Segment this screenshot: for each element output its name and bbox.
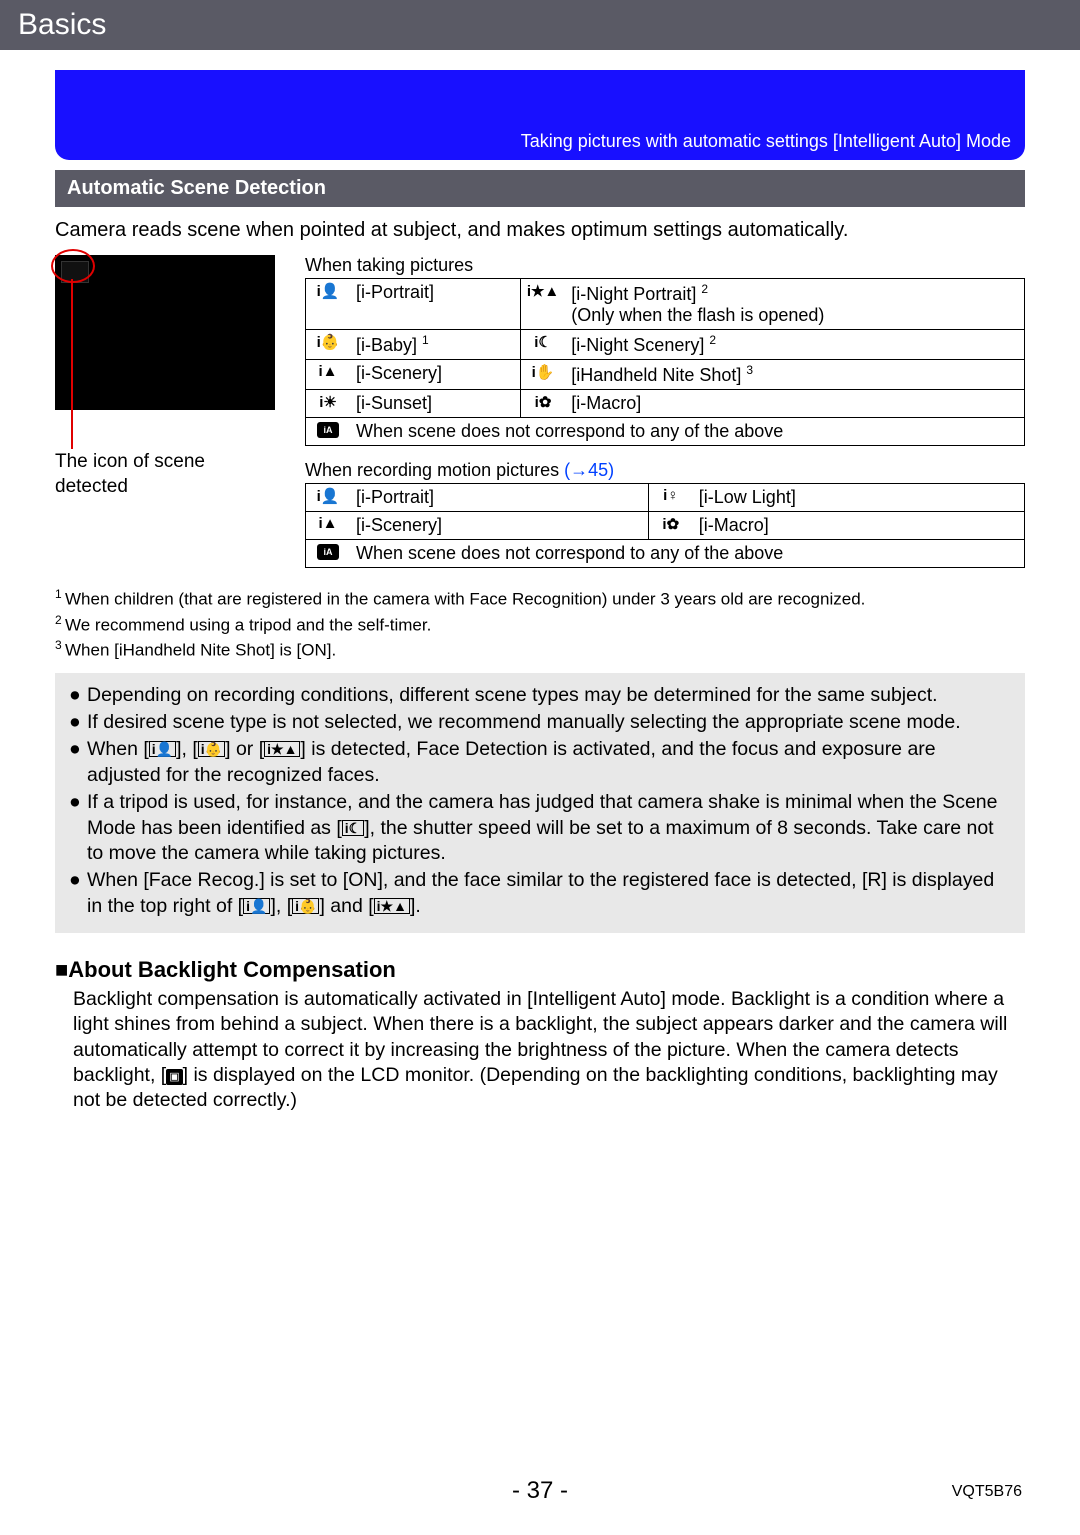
mode-banner: Taking pictures with automatic settings … <box>55 70 1025 160</box>
section-heading: Automatic Scene Detection <box>55 170 1025 207</box>
scene-label: [i-Sunset] <box>350 390 520 418</box>
note-item: If a tripod is used, for instance, and t… <box>87 790 1011 866</box>
scene-label: [i-Scenery] <box>350 360 520 390</box>
scene-icon: i✿ <box>648 512 693 540</box>
night-portrait-icon: i★▲ <box>374 898 410 914</box>
night-portrait-icon: i★▲ <box>264 741 300 757</box>
section-title: Automatic Scene Detection <box>67 177 326 199</box>
scene-icon: i▲ <box>306 360 351 390</box>
header-title: Basics <box>18 8 106 41</box>
table-row-fallback: iA When scene does not correspond to any… <box>306 540 1025 568</box>
scene-label: [i-Scenery] <box>350 512 648 540</box>
about-text: Backlight compensation is automatically … <box>73 987 1025 1114</box>
scene-icon: i👶 <box>306 330 351 360</box>
page-number: - 37 - <box>0 1477 1080 1505</box>
document-id: VQT5B76 <box>952 1483 1022 1501</box>
scene-icon: i☾ <box>520 330 565 360</box>
callout-circle <box>51 249 95 283</box>
scene-icon: i★▲ <box>520 279 565 330</box>
footnote-1: When children (that are registered in th… <box>65 590 865 609</box>
table2-title: When recording motion pictures (→45) <box>305 460 1025 481</box>
table-row: i▲ [i-Scenery] i✿ [i-Macro] <box>306 512 1025 540</box>
scene-label: [i-Portrait] <box>350 484 648 512</box>
scene-icon: i👤 <box>306 484 351 512</box>
caption-line-2: detected <box>55 476 128 497</box>
page-header: Basics <box>0 0 1080 50</box>
notes-block: ●Depending on recording conditions, diff… <box>55 673 1025 933</box>
scene-table-motion: i👤 [i-Portrait] i♀ [i-Low Light] i▲ [i-S… <box>305 483 1025 568</box>
fallback-text: When scene does not correspond to any of… <box>350 418 1025 446</box>
callout-line <box>71 279 73 449</box>
intro-text: Camera reads scene when pointed at subje… <box>55 217 1025 243</box>
scene-icon: i✋ <box>520 360 565 390</box>
fallback-text: When scene does not correspond to any of… <box>350 540 1025 568</box>
banner-text: Taking pictures with automatic settings … <box>521 131 1011 152</box>
scene-icon: i👤 <box>306 279 351 330</box>
footnote-3: When [iHandheld Nite Shot] is [ON]. <box>65 641 336 660</box>
portrait-icon: i👤 <box>149 741 176 757</box>
note-item: If desired scene type is not selected, w… <box>87 710 961 735</box>
scene-label: [i-Night Portrait] 2(Only when the flash… <box>565 279 1024 330</box>
scene-label: [i-Portrait] <box>350 279 520 330</box>
table-row: i▲ [i-Scenery] i✋ [iHandheld Nite Shot] … <box>306 360 1025 390</box>
table-row: i👤 [i-Portrait] i♀ [i-Low Light] <box>306 484 1025 512</box>
scene-label: [i-Macro] <box>693 512 1025 540</box>
table-row: i👤 [i-Portrait] i★▲ [i-Night Portrait] 2… <box>306 279 1025 330</box>
preview-caption: The icon of scene detected <box>55 450 285 499</box>
scene-icon: i♀ <box>648 484 693 512</box>
table-row: i☀ [i-Sunset] i✿ [i-Macro] <box>306 390 1025 418</box>
scene-icon: i▲ <box>306 512 351 540</box>
page-link[interactable]: (→45) <box>564 460 614 480</box>
caption-line-1: The icon of scene <box>55 451 205 472</box>
table1-title: When taking pictures <box>305 255 1025 276</box>
note-item: Depending on recording conditions, diffe… <box>87 683 938 708</box>
note-item: When [Face Recog.] is set to [ON], and t… <box>87 868 1011 919</box>
ia-icon: iA <box>306 540 351 568</box>
scene-label: [i-Macro] <box>565 390 1024 418</box>
table-row: i👶 [i-Baby] 1 i☾ [i-Night Scenery] 2 <box>306 330 1025 360</box>
table-row-fallback: iA When scene does not correspond to any… <box>306 418 1025 446</box>
scene-label: [i-Baby] 1 <box>350 330 520 360</box>
footnotes: 1 When children (that are registered in … <box>55 586 1025 663</box>
scene-table-pictures: i👤 [i-Portrait] i★▲ [i-Night Portrait] 2… <box>305 278 1025 446</box>
night-scenery-icon: i☾ <box>342 820 364 836</box>
scene-label: [i-Low Light] <box>693 484 1025 512</box>
portrait-icon: i👤 <box>243 898 270 914</box>
backlight-icon: ▣ <box>166 1069 182 1085</box>
baby-icon: i👶 <box>292 898 319 914</box>
note-item: When [i👤], [i👶] or [i★▲] is detected, Fa… <box>87 737 1011 788</box>
scene-label: [i-Night Scenery] 2 <box>565 330 1024 360</box>
ia-icon: iA <box>306 418 351 446</box>
scene-label: [iHandheld Nite Shot] 3 <box>565 360 1024 390</box>
scene-icon: i☀ <box>306 390 351 418</box>
about-heading: ■About Backlight Compensation <box>55 957 1025 983</box>
footnote-2: We recommend using a tripod and the self… <box>65 615 431 634</box>
baby-icon: i👶 <box>198 741 225 757</box>
scene-icon: i✿ <box>520 390 565 418</box>
lcd-preview <box>55 255 275 410</box>
